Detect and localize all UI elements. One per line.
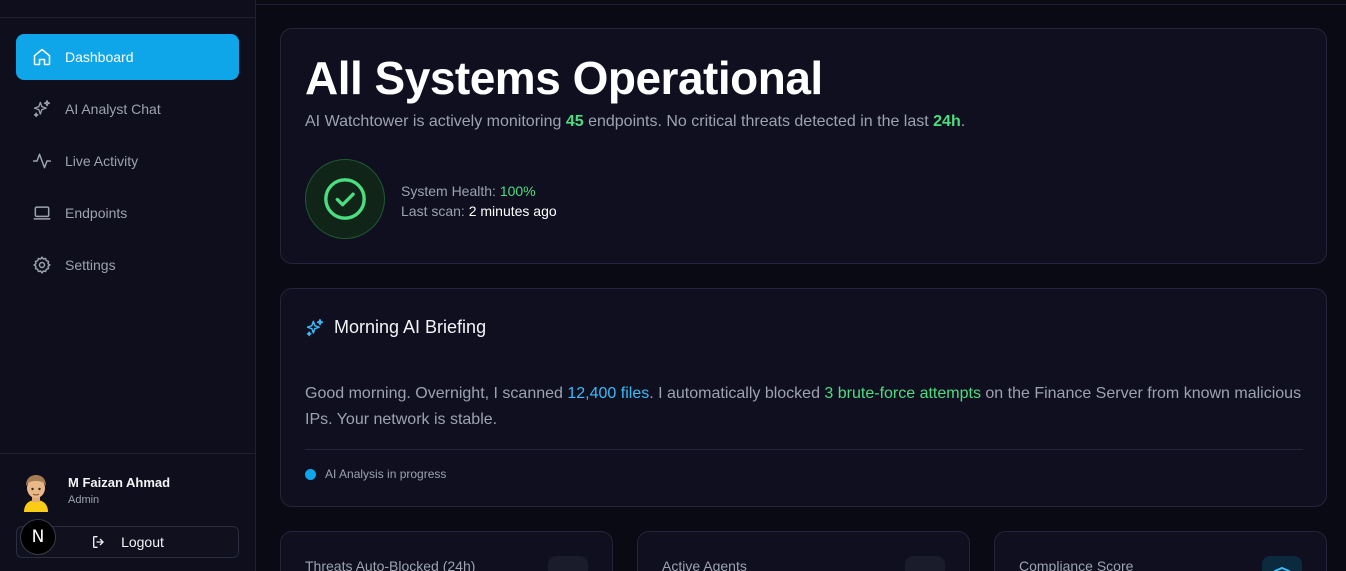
logout-icon: [93, 536, 104, 548]
divider: [0, 453, 255, 454]
avatar: [20, 472, 52, 512]
sidebar: Dashboard AI Analyst Chat Live Activity …: [0, 0, 256, 571]
user-profile: M Faizan Ahmad Admin: [20, 472, 170, 512]
health-value: 100%: [499, 183, 536, 199]
hero-subtitle-text: AI Watchtower is actively monitoring: [305, 113, 566, 130]
briefing-title: Morning AI Briefing: [334, 317, 487, 337]
gear-icon: [32, 255, 52, 275]
check-circle-icon: [324, 178, 366, 220]
stat-card-threats: Threats Auto-Blocked (24h): [280, 531, 613, 571]
divider: [256, 4, 1346, 5]
next-dev-badge[interactable]: N: [20, 519, 56, 555]
sidebar-item-label: Dashboard: [65, 49, 134, 65]
briefing-text-part: . I automatically blocked: [649, 385, 825, 402]
logout-label: Logout: [121, 534, 164, 550]
laptop-icon: [32, 203, 52, 223]
sidebar-item-label: AI Analyst Chat: [65, 101, 161, 117]
briefing-text-part: Good morning. Overnight, I scanned: [305, 385, 568, 402]
sidebar-item-live-activity[interactable]: Live Activity: [16, 138, 239, 184]
endpoints-count: 45: [565, 113, 584, 130]
stat-card-compliance: Compliance Score: [994, 531, 1327, 571]
status-text: AI Analysis in progress: [325, 467, 447, 481]
sidebar-item-label: Live Activity: [65, 153, 139, 169]
user-name: M Faizan Ahmad: [68, 475, 171, 490]
stat-label: Compliance Score: [1019, 558, 1134, 571]
sidebar-item-dashboard[interactable]: Dashboard: [16, 34, 239, 80]
time-window: 24h: [933, 113, 961, 130]
last-scan: Last scan: 2 minutes ago: [401, 201, 557, 221]
divider: [305, 449, 1303, 450]
divider: [0, 17, 255, 18]
home-icon: [32, 47, 52, 67]
status-dot-icon: [305, 468, 316, 480]
health-info: System Health: 100% Last scan: 2 minutes…: [401, 181, 557, 221]
files-scanned: 12,400 files: [567, 385, 650, 402]
user-role: Admin: [68, 494, 100, 506]
briefing-header: Morning AI Briefing: [305, 317, 486, 338]
stat-label: Active Agents: [662, 558, 747, 571]
status-hero-card: All Systems Operational AI Watchtower is…: [280, 28, 1327, 264]
scan-value: 2 minutes ago: [468, 203, 557, 219]
sidebar-item-label: Endpoints: [65, 205, 128, 221]
briefing-text: Good morning. Overnight, I scanned 12,40…: [305, 381, 1305, 433]
sidebar-item-label: Settings: [65, 257, 116, 273]
page-title: All Systems Operational: [305, 52, 823, 104]
shield-check-icon: [1262, 556, 1302, 571]
shield-icon: [548, 556, 588, 571]
ai-briefing-card: Morning AI Briefing Good morning. Overni…: [280, 288, 1327, 507]
sidebar-nav: Dashboard AI Analyst Chat Live Activity …: [16, 34, 239, 294]
system-health: System Health: 100%: [401, 181, 557, 201]
hero-subtitle: AI Watchtower is actively monitoring 45 …: [305, 113, 965, 131]
stat-card-agents: Active Agents: [637, 531, 970, 571]
stat-label: Threats Auto-Blocked (24h): [305, 558, 476, 571]
hero-subtitle-text: endpoints. No critical threats detected …: [583, 113, 934, 130]
sparkles-icon: [32, 99, 52, 119]
hero-subtitle-text: .: [960, 113, 966, 130]
sparkles-icon: [306, 318, 324, 336]
sidebar-item-settings[interactable]: Settings: [16, 242, 239, 288]
blocked-attempts: 3 brute-force attempts: [824, 385, 981, 402]
scan-label: Last scan:: [401, 203, 469, 219]
server-icon: [905, 556, 945, 571]
activity-icon: [32, 151, 52, 171]
sidebar-item-endpoints[interactable]: Endpoints: [16, 190, 239, 236]
sidebar-item-ai-analyst-chat[interactable]: AI Analyst Chat: [16, 86, 239, 132]
health-label: System Health:: [401, 183, 500, 199]
health-status-ring: [305, 159, 385, 239]
analysis-status: AI Analysis in progress: [305, 467, 446, 481]
